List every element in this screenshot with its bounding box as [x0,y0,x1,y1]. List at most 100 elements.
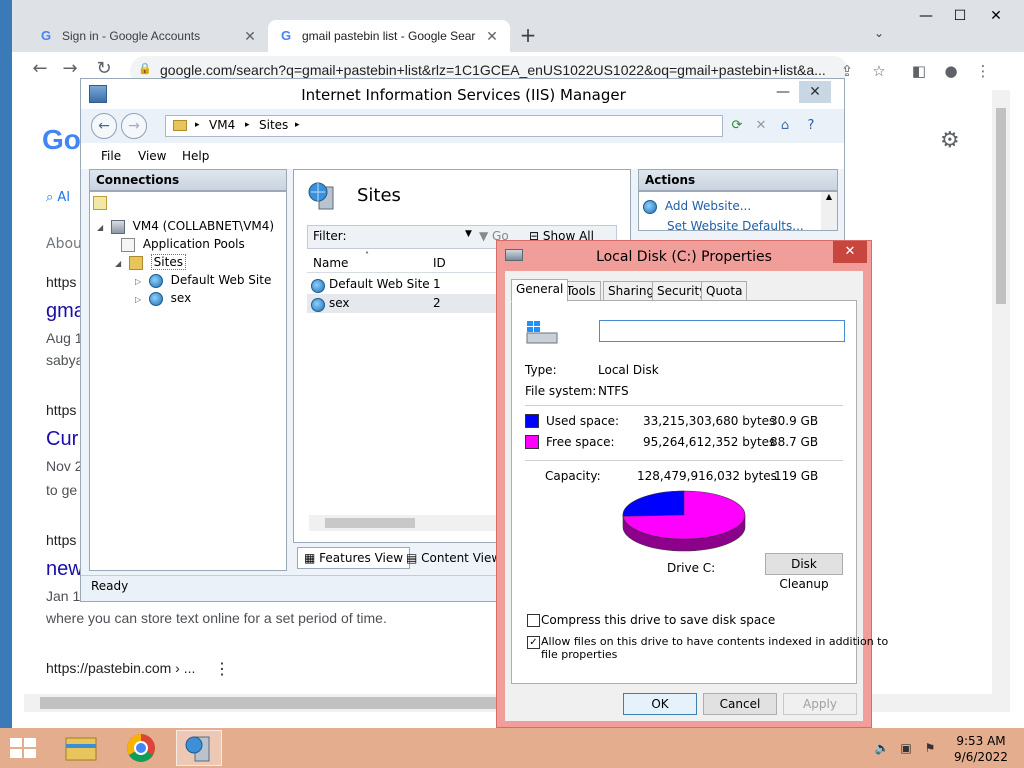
iis-menu-bar: File View Help [81,143,844,169]
all-results-tab[interactable]: ⌕ Al [46,190,70,205]
menu-help[interactable]: Help [182,149,209,163]
bookmark-star-icon[interactable]: ☆ [868,60,890,82]
breadcrumb-chevron-icon[interactable]: ▸ [195,120,200,130]
stop-icon[interactable]: ✕ [751,116,771,136]
tab-quota[interactable]: Quota [701,281,748,301]
result-url[interactable]: https://pastebin.com › ... [46,660,195,676]
result-snippet: Nov 2 [46,458,83,474]
settings-gear-icon[interactable]: ⚙ [940,128,960,153]
website-globe-icon [148,273,163,288]
column-header-name[interactable]: Name [313,256,348,270]
result-title-link[interactable]: new [46,558,83,581]
result-title-link[interactable]: Cur [46,428,78,451]
site-name-cell: Default Web Site [329,277,430,291]
menu-view[interactable]: View [138,149,166,163]
breadcrumb-chevron-icon[interactable]: ▸ [295,120,300,130]
collapse-icon[interactable]: ◢ [115,259,125,268]
disk-cleanup-button[interactable]: Disk Cleanup [765,553,843,591]
result-url[interactable]: https [46,402,76,418]
close-tab-icon[interactable]: ✕ [484,28,500,45]
taskbar-clock[interactable]: 9:53 AM 9/6/2022 [950,733,1012,765]
close-tab-icon[interactable]: ✕ [242,28,258,45]
used-space-swatch [525,414,539,428]
breadcrumb-sites[interactable]: Sites [259,118,288,132]
close-window-button[interactable]: ✕ [978,8,1014,24]
clock-date: 9/6/2022 [954,750,1008,764]
tab-search-chevron-icon[interactable]: ⌄ [874,26,884,40]
file-explorer-taskbar-icon[interactable] [58,730,104,766]
all-tab-label: Al [57,190,70,205]
sort-arrow-icon: ˄ [365,251,369,260]
tab-label: Features View [319,551,404,565]
breadcrumb-vm4[interactable]: VM4 [209,118,235,132]
side-panel-icon[interactable]: ◧ [908,60,930,82]
minimize-button[interactable]: — [908,8,944,24]
iis-manager-taskbar-icon[interactable] [176,730,222,766]
result-url[interactable]: https [46,532,76,548]
app-pool-icon [121,237,135,252]
tab-features-view[interactable]: ▦ Features View [297,547,411,569]
drive-name-input[interactable] [599,320,845,342]
page-vertical-scroll-thumb[interactable] [996,108,1006,304]
tab-content-view[interactable]: ▤ Content View [399,547,508,569]
sites-scroll-thumb[interactable] [325,518,415,528]
tree-label: sex [170,291,192,305]
ok-button[interactable]: OK [623,693,697,715]
tree-app-pools[interactable]: Application Pools [121,237,245,252]
expand-icon[interactable]: ▷ [135,277,145,286]
tree-label: Sites [150,254,186,270]
url-text[interactable]: google.com/search?q=gmail+pastebin+list&… [160,62,832,78]
chrome-menu-icon[interactable]: ⋮ [972,60,994,82]
index-checkbox[interactable]: ✓ [527,636,540,649]
tree-server-node[interactable]: ◢ VM4 (COLLABNET\VM4) [97,219,274,234]
results-about-text: Abou [46,236,82,252]
forward-arrow-icon[interactable]: → [58,58,82,82]
disk-properties-dialog: Local Disk (C:) Properties ✕ General Too… [496,240,888,728]
iis-close-button[interactable]: ✕ [799,81,831,103]
website-globe-icon [148,291,163,306]
network-icon[interactable]: ▣ [898,740,914,756]
apply-button[interactable]: Apply [783,693,857,715]
back-arrow-icon[interactable]: ← [28,58,52,82]
iis-back-icon[interactable]: ← [91,113,117,139]
new-tab-button[interactable]: + [516,24,540,48]
tree-default-web-site[interactable]: ▷ Default Web Site [135,273,271,288]
help-icon[interactable]: ? [801,116,821,136]
volume-muted-icon[interactable]: 🔈 [874,740,890,756]
result-menu-icon[interactable]: ⋮ [214,659,230,679]
tab-title: gmail pastebin list - Google Sear [302,29,476,43]
maximize-button[interactable]: ☐ [942,8,978,24]
chrome-taskbar-icon[interactable] [118,730,164,766]
add-website-action[interactable]: Add Website... [643,199,751,214]
tree-sites[interactable]: ◢ Sites [115,254,186,270]
collapse-icon[interactable]: ◢ [97,223,107,232]
dialog-close-button[interactable]: ✕ [833,241,867,263]
breadcrumb-chevron-icon[interactable]: ▸ [245,120,250,130]
windows-start-icon[interactable] [8,736,38,760]
iis-minimize-button[interactable]: — [767,81,799,103]
result-url[interactable]: https [46,274,76,290]
column-header-id[interactable]: ID [433,256,446,270]
compress-checkbox[interactable] [527,614,540,627]
tab-general[interactable]: General [511,279,569,302]
filter-dropdown-icon[interactable]: ▼ [465,229,472,239]
set-website-defaults-action[interactable]: Set Website Defaults... [667,219,804,233]
google-logo[interactable]: Go [42,124,81,156]
tab-sign-in[interactable]: G Sign in - Google Accounts ✕ [28,20,268,52]
tree-site-sex[interactable]: ▷ sex [135,291,191,306]
home-icon[interactable]: ⌂ [775,116,795,136]
tab-google-search[interactable]: G gmail pastebin list - Google Sear ✕ [268,20,510,52]
cancel-button[interactable]: Cancel [703,693,777,715]
iis-forward-icon[interactable]: → [121,113,147,139]
clock-time: 9:53 AM [956,734,1006,748]
menu-file[interactable]: File [101,149,121,163]
tab-sharing[interactable]: Sharing [603,281,660,301]
refresh-icon[interactable]: ⟳ [727,116,747,136]
new-connection-icon[interactable] [93,195,107,210]
sites-folder-icon [128,255,143,270]
actions-scrollbar[interactable]: ▲ [821,192,837,230]
profile-avatar-icon[interactable]: ● [940,60,962,82]
site-name-cell: sex [329,296,350,310]
action-center-icon[interactable]: ⚑ [922,740,938,756]
expand-icon[interactable]: ▷ [135,295,145,304]
